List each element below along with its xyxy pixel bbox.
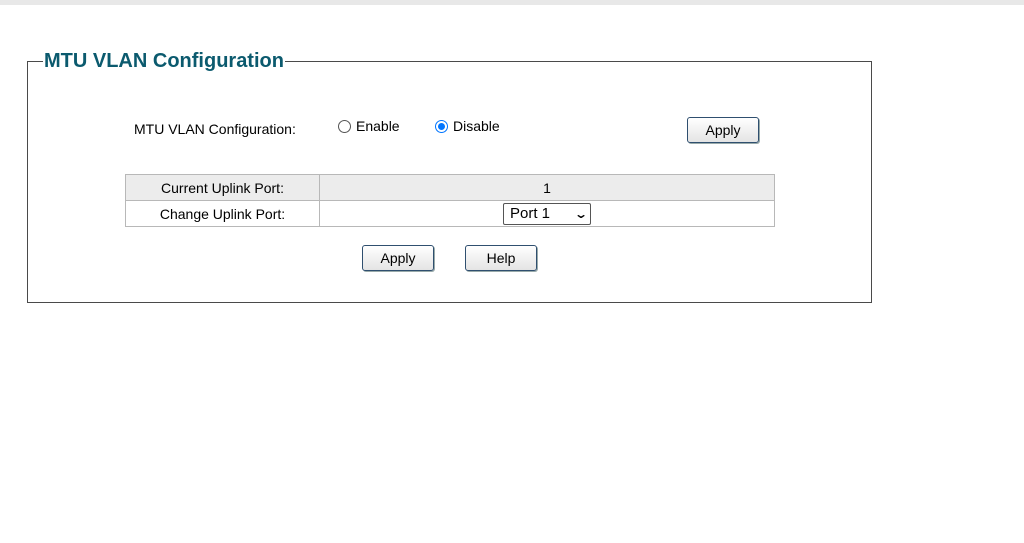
change-uplink-port-cell: Port 1 ⌄ [319, 200, 775, 227]
enable-radio-option[interactable]: Enable [338, 118, 400, 134]
disable-radio-option[interactable]: Disable [435, 118, 500, 134]
change-uplink-port-label: Change Uplink Port: [125, 200, 320, 227]
mtu-vlan-config-label: MTU VLAN Configuration: [134, 121, 296, 137]
apply-button[interactable]: Apply [362, 245, 434, 271]
disable-label: Disable [453, 118, 500, 134]
mtu-vlan-apply-button[interactable]: Apply [687, 117, 759, 143]
uplink-port-select[interactable]: Port 1 ⌄ [503, 202, 591, 225]
current-uplink-port-label: Current Uplink Port: [125, 174, 320, 201]
chevron-down-icon: ⌄ [573, 206, 589, 221]
panel-title: MTU VLAN Configuration [43, 49, 285, 73]
uplink-port-selected-value: Port 1 [510, 205, 551, 222]
enable-label: Enable [356, 118, 400, 134]
disable-radio[interactable] [435, 119, 448, 133]
table-row: Current Uplink Port: 1 [125, 174, 775, 201]
top-bar [0, 0, 1024, 5]
uplink-port-table: Current Uplink Port: 1 Change Uplink Por… [125, 174, 775, 227]
help-button[interactable]: Help [465, 245, 537, 271]
enable-radio[interactable] [338, 119, 351, 133]
current-uplink-port-value: 1 [319, 174, 775, 201]
table-row: Change Uplink Port: Port 1 ⌄ [125, 200, 775, 227]
